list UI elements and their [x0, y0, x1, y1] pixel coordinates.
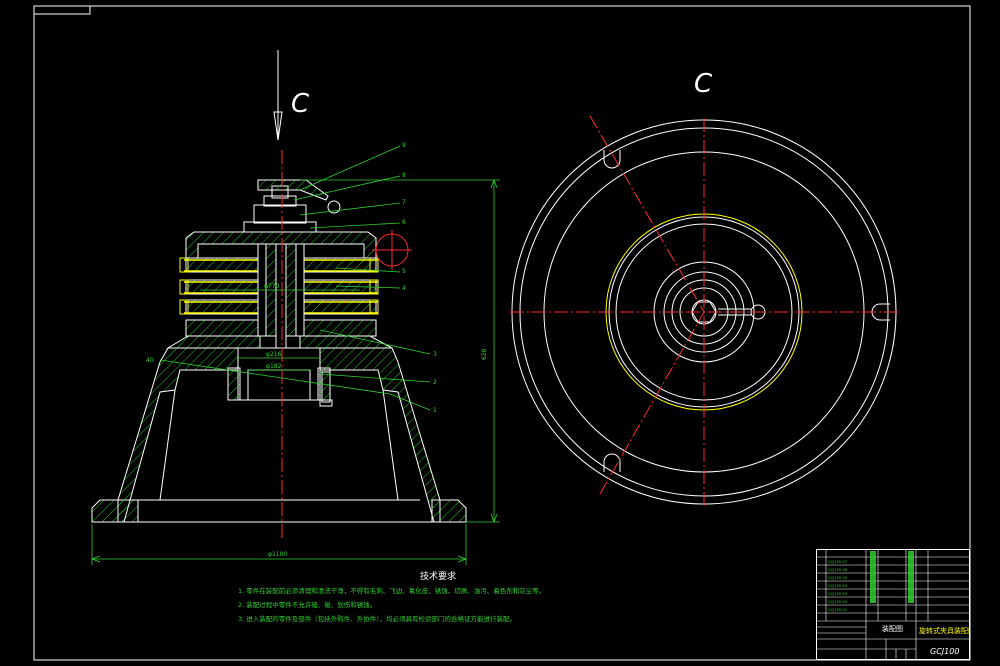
callout-numbers: 9 8 7 6 5 4 3 2 1 [402, 142, 437, 414]
cone-body-left [117, 347, 239, 523]
technical-requirements-title: 技术要求 [419, 572, 456, 582]
cone-body-right [319, 347, 441, 523]
svg-text:GCJ100-01: GCJ100-01 [828, 608, 847, 612]
dim-upper-bore: φ216 [266, 351, 282, 358]
dim-lower-bore: φ182 [266, 363, 282, 370]
section-view: C 9 8 7 6 5 4 3 2 1 628 φ1100 φ216 φ182 … [90, 50, 500, 565]
drawing-title: 旋转式夹具装配图 [919, 626, 970, 635]
title-block: GCJ100-07 GCJ100-06 GCJ100-05 GCJ100-04 … [816, 549, 970, 660]
svg-text:5: 5 [402, 268, 406, 275]
requirement-item: 2. 装配过程中零件不允许磕、碰、划伤和锈蚀。 [238, 601, 377, 609]
svg-text:GCJ100-05: GCJ100-05 [828, 576, 847, 580]
drawing-number-box [33, 5, 91, 15]
svg-text:8: 8 [402, 172, 406, 179]
drawing-number: GCJ100 [930, 647, 959, 656]
view-label-left: C [291, 89, 310, 119]
top-flange-right [299, 335, 393, 349]
dim-small-left: 40 [146, 357, 154, 364]
svg-text:GCJ100-02: GCJ100-02 [828, 600, 847, 604]
svg-text:4: 4 [402, 285, 406, 292]
dim-plate-width: φ770 [264, 283, 280, 290]
svg-text:7: 7 [402, 199, 406, 206]
top-flange [166, 335, 261, 349]
svg-text:GCJ100-07: GCJ100-07 [828, 560, 847, 564]
top-view: C [510, 69, 900, 506]
svg-text:GCJ100-04: GCJ100-04 [828, 584, 848, 588]
svg-text:GCJ100-06: GCJ100-06 [828, 568, 848, 572]
view-label-right: C [694, 69, 713, 99]
requirement-item: 1. 零件在装配前必须清理和清洗干净，不得有毛刺、飞边、氧化皮、锈蚀、切屑、油污… [238, 587, 546, 595]
material-label: 装配图 [882, 624, 903, 633]
svg-text:2: 2 [433, 379, 437, 386]
clamp-bar [257, 179, 329, 201]
nut [253, 204, 307, 224]
requirement-item: 3. 进入装配的零件及部件（包括外购件、外协件），均必须具有检验部门的合格证方能… [238, 615, 517, 623]
svg-text:GCJ100-03: GCJ100-03 [828, 592, 847, 596]
svg-text:6: 6 [402, 219, 406, 226]
technical-requirements: 技术要求 1. 零件在装配前必须清理和清洗干净，不得有毛刺、飞边、氧化皮、锈蚀、… [238, 570, 678, 626]
base-plate [91, 499, 139, 523]
svg-text:1: 1 [433, 407, 437, 414]
svg-text:9: 9 [402, 142, 406, 149]
svg-text:3: 3 [433, 351, 437, 358]
dim-overall-height: 628 [481, 348, 488, 360]
dim-base-diameter: φ1100 [268, 551, 287, 558]
